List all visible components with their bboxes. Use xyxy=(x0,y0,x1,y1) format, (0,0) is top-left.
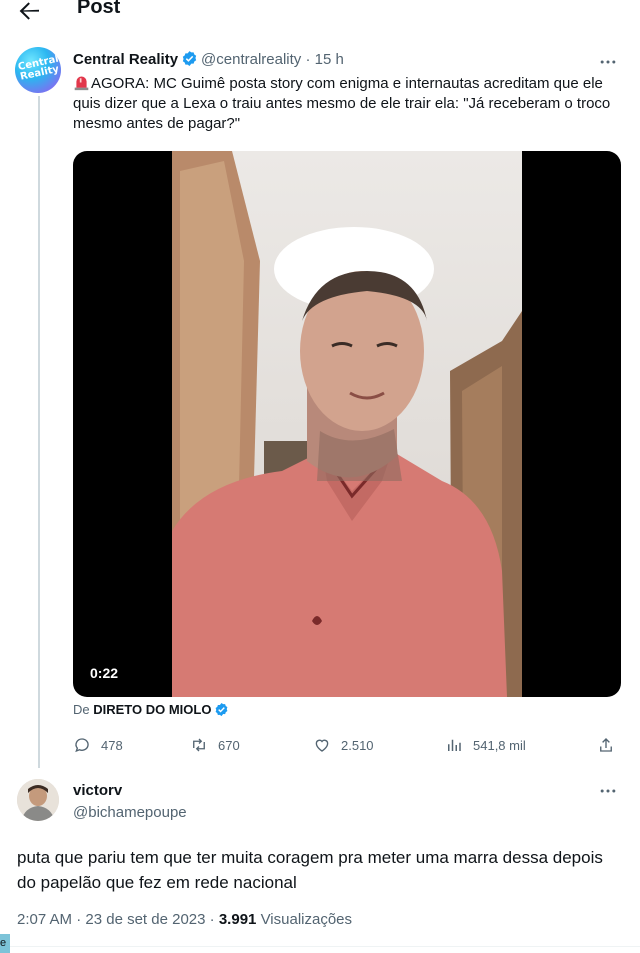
like-count: 2.510 xyxy=(341,737,374,753)
share-icon xyxy=(600,738,612,752)
separator-dot: · xyxy=(209,911,215,928)
share-button[interactable] xyxy=(597,734,625,756)
views-button[interactable]: 541,8 mil xyxy=(445,734,526,756)
separator-dot: · xyxy=(76,911,82,928)
view-count: 541,8 mil xyxy=(473,737,526,753)
from-label: De xyxy=(73,702,90,717)
post-date[interactable]: 23 de set de 2023 xyxy=(85,911,205,928)
source-account-link[interactable]: DIRETO DO MIOLO xyxy=(93,702,211,717)
thread-connector-line xyxy=(38,96,40,768)
avatar[interactable] xyxy=(17,779,59,821)
more-options-button[interactable] xyxy=(598,781,622,801)
reply-icon xyxy=(75,738,89,753)
post-metadata: 2:07 AM · 23 de set de 2023 · 3.991 Visu… xyxy=(17,911,352,928)
more-options-button[interactable] xyxy=(598,52,622,72)
page-title: Post xyxy=(77,0,121,18)
siren-emoji-icon xyxy=(74,76,89,91)
post-time[interactable]: 2:07 AM xyxy=(17,911,72,928)
timestamp[interactable]: 15 h xyxy=(315,51,344,68)
analytics-icon xyxy=(448,739,461,751)
arrow-left-icon xyxy=(19,2,39,20)
video-duration: 0:22 xyxy=(85,663,124,683)
reply-button[interactable]: 478 xyxy=(73,734,123,756)
avatar[interactable]: Central Reality xyxy=(15,47,61,93)
more-horizontal-icon xyxy=(600,789,616,793)
views-count: 3.991 xyxy=(218,911,257,928)
avatar-image xyxy=(17,779,59,821)
edge-tab[interactable]: e xyxy=(0,934,10,953)
video-player[interactable]: 0:22 xyxy=(73,151,621,697)
tweet-body-text: AGORA: MC Guimê posta story com enigma e… xyxy=(73,75,611,132)
avatar-logo: Central Reality xyxy=(17,53,61,83)
reply-text: puta que pariu tem que ter muita coragem… xyxy=(17,848,603,892)
reply-count: 478 xyxy=(101,737,123,753)
back-button[interactable] xyxy=(14,0,44,26)
repost-button[interactable]: 670 xyxy=(190,734,240,756)
more-horizontal-icon xyxy=(600,60,616,64)
divider xyxy=(0,946,640,947)
reply-author-handle[interactable]: @bichamepoupe xyxy=(73,804,187,821)
repost-count: 670 xyxy=(218,737,240,753)
tweet-header: Central Reality @centralreality · 15 h xyxy=(73,50,344,68)
top-bar: Post xyxy=(0,0,640,28)
tweet-text: AGORA: MC Guimê posta story com enigma e… xyxy=(73,74,613,134)
repost-icon xyxy=(193,738,205,752)
reply-author-name[interactable]: victorv xyxy=(73,782,122,799)
video-frame xyxy=(172,151,522,697)
author-name[interactable]: Central Reality xyxy=(73,51,178,68)
separator-dot: · xyxy=(305,51,311,68)
heart-icon xyxy=(315,739,329,752)
author-handle[interactable]: @centralreality xyxy=(201,51,301,68)
verified-badge-icon xyxy=(182,51,197,66)
views-label: Visualizações xyxy=(260,911,353,928)
like-button[interactable]: 2.510 xyxy=(313,734,374,756)
tweet-actions: 478 670 2.510 541,8 mil xyxy=(73,734,621,756)
video-source: De DIRETO DO MIOLO xyxy=(73,702,232,717)
verified-badge-icon xyxy=(216,702,228,717)
